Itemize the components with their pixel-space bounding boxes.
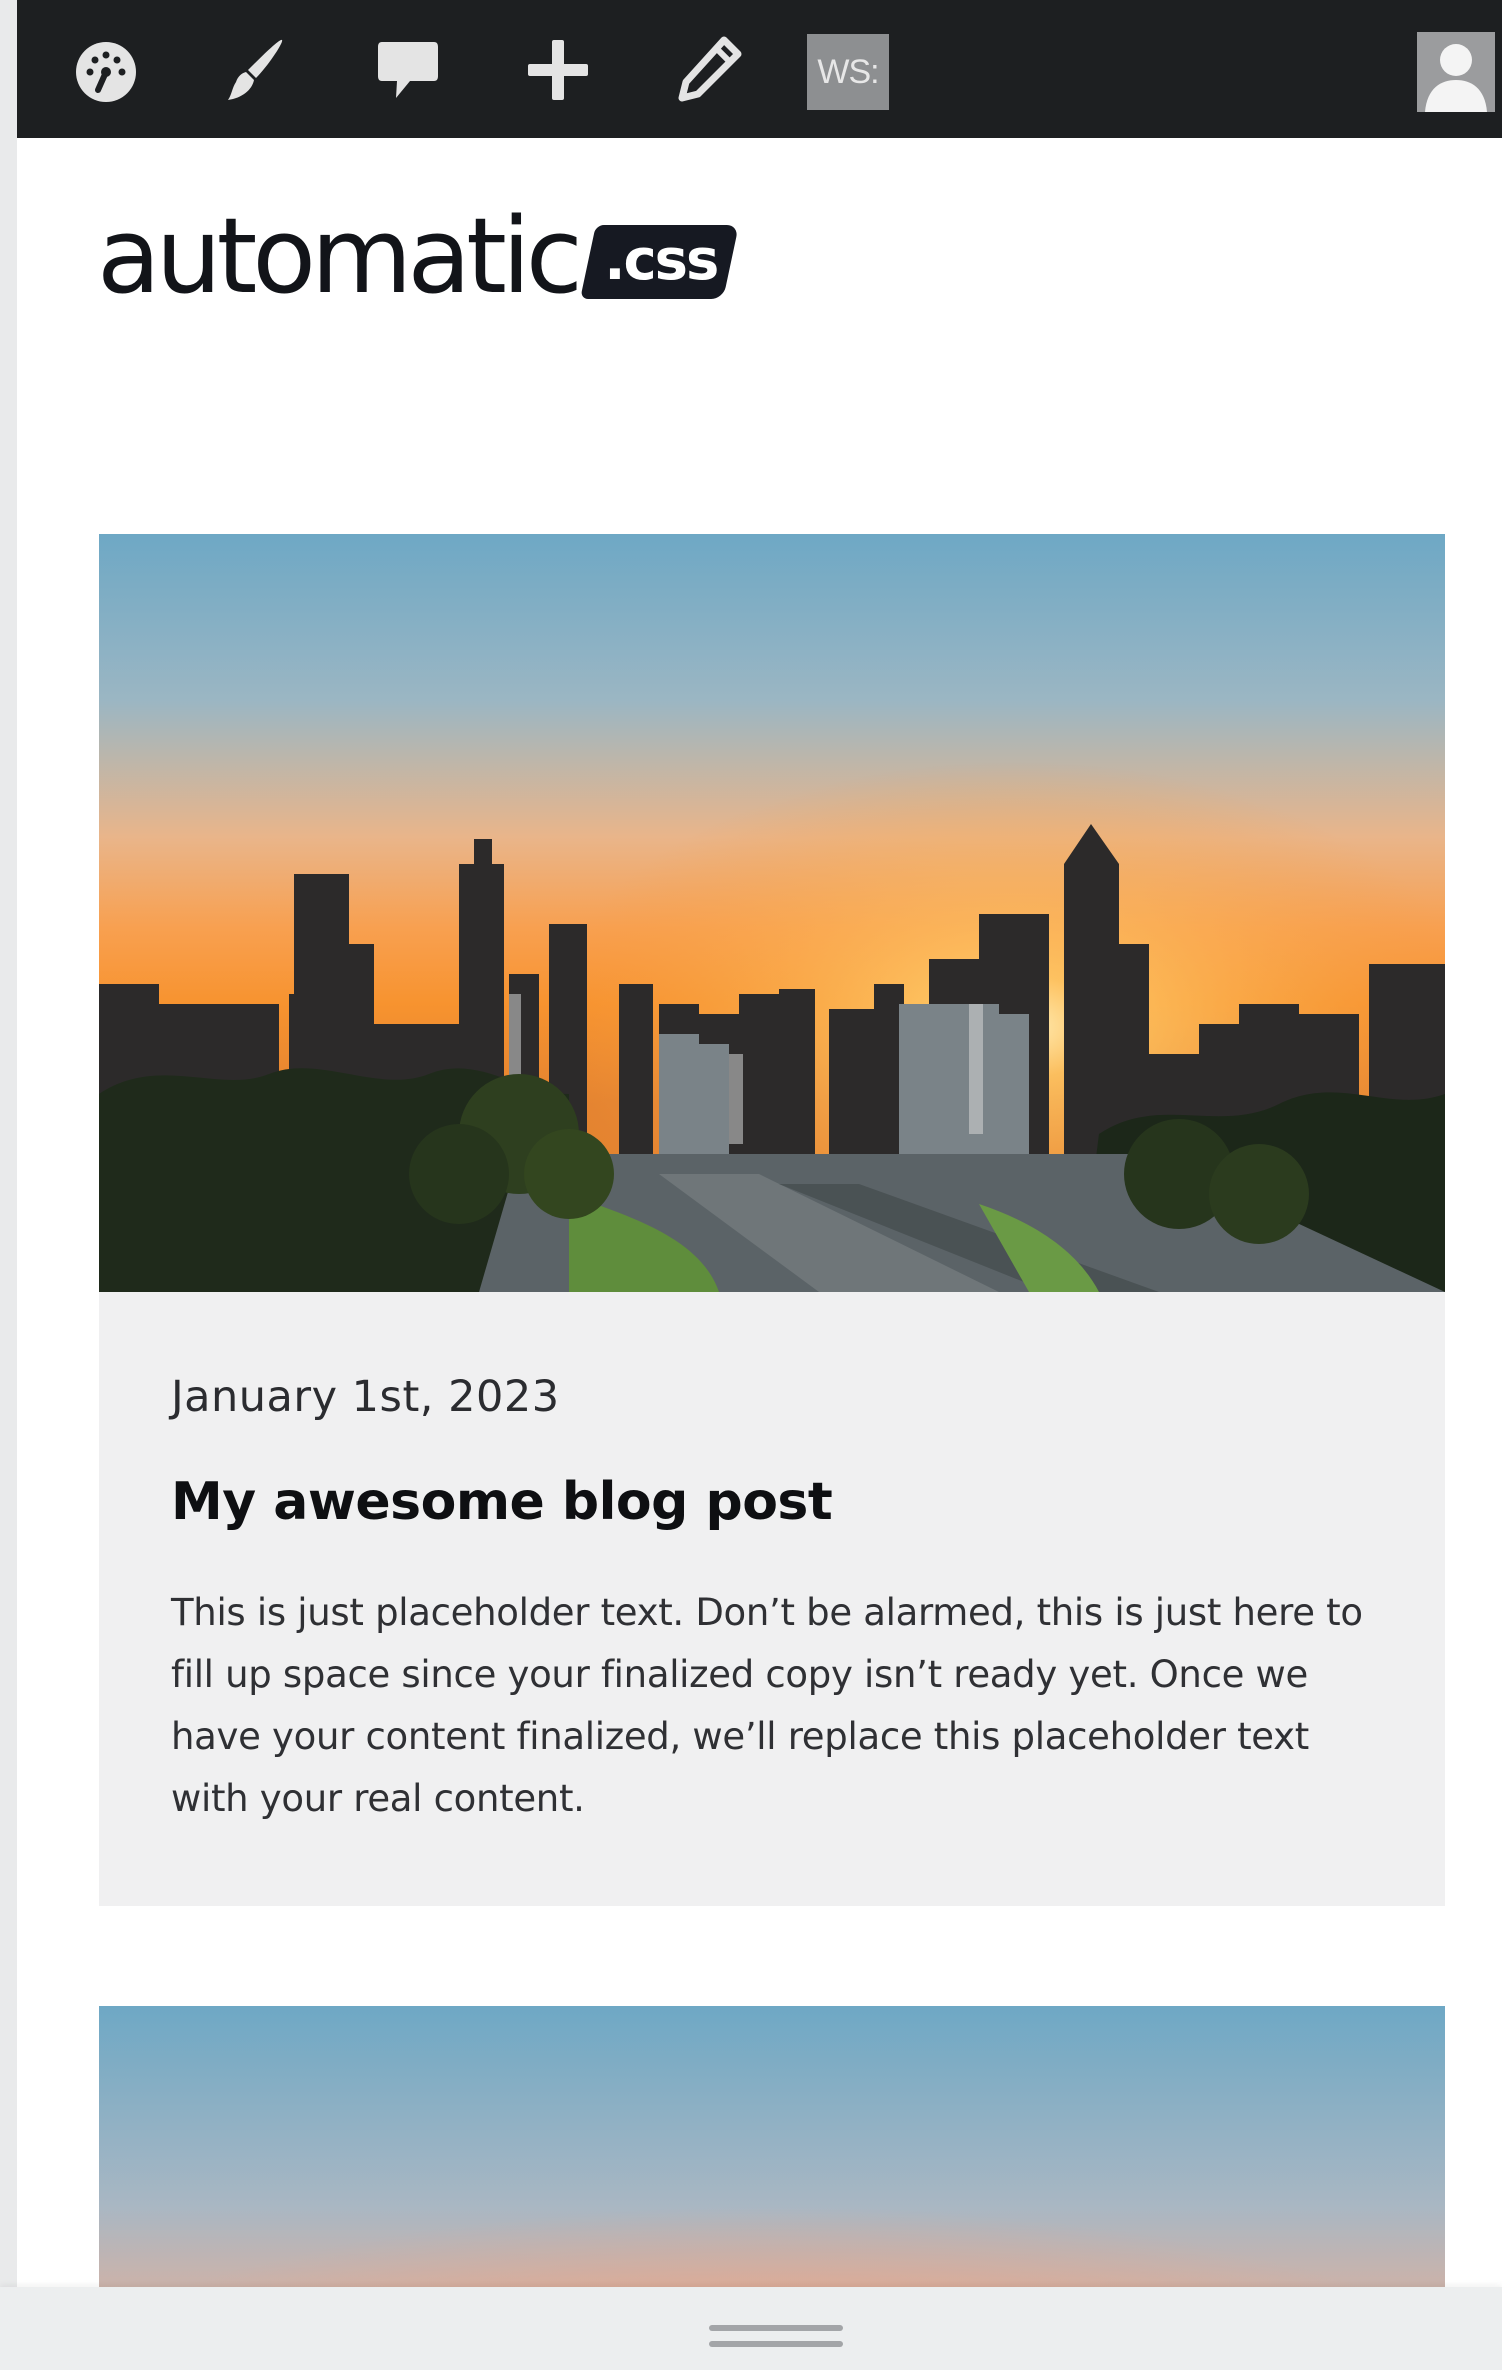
post-title[interactable]: My awesome blog post — [171, 1472, 833, 1532]
comment-icon[interactable] — [370, 32, 446, 108]
logo-wordmark: automatic — [97, 195, 583, 317]
edit-icon[interactable] — [670, 32, 746, 108]
bottom-drag-bar — [0, 2287, 1502, 2370]
brush-icon[interactable] — [218, 32, 294, 108]
page-frame: WS: automatic .css January 1st, 2023 My … — [17, 0, 1502, 2370]
add-new-icon[interactable] — [520, 32, 596, 108]
blog-post-card[interactable]: January 1st, 2023 My awesome blog post T… — [99, 534, 1445, 1906]
post-card-body: January 1st, 2023 My awesome blog post T… — [99, 1292, 1445, 1906]
logo-badge: .css — [580, 225, 739, 299]
dashboard-icon[interactable] — [68, 32, 144, 108]
post-featured-image[interactable] — [99, 534, 1445, 1292]
post-date: January 1st, 2023 — [171, 1372, 560, 1422]
admin-toolbar: WS: — [17, 0, 1502, 138]
user-avatar-icon[interactable] — [1417, 32, 1495, 112]
ws-badge[interactable]: WS: — [807, 34, 889, 110]
site-logo[interactable]: automatic .css — [97, 195, 739, 317]
post-excerpt: This is just placeholder text. Don’t be … — [171, 1591, 1363, 1820]
drag-handle-icon[interactable] — [709, 2325, 843, 2355]
